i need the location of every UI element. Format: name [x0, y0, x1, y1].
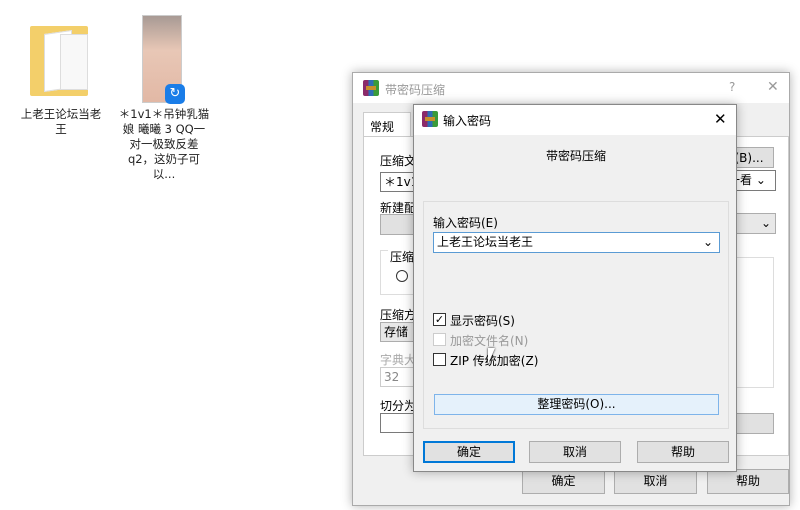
dict-label: 字典大	[380, 353, 417, 367]
password-label: 输入密码(E)	[433, 216, 498, 230]
mouse-cursor-icon	[488, 348, 495, 364]
zip-legacy-checkbox[interactable]	[433, 353, 446, 366]
encrypt-names-label: 加密文件名(N)	[450, 334, 529, 348]
group-label: 压缩	[388, 248, 417, 265]
close-icon[interactable]: ✕	[714, 110, 727, 128]
winrar-icon	[363, 80, 379, 96]
dialog-subtitle: 带密码压缩	[545, 149, 606, 163]
help-button[interactable]: 帮助	[637, 441, 729, 463]
winrar-icon	[422, 111, 438, 127]
tab-label: 常规	[370, 120, 395, 134]
title-bar: 带密码压缩 ? ✕	[353, 73, 789, 103]
encrypt-names-checkbox	[433, 333, 446, 346]
password-group: 输入密码(E) 上老王论坛当老王 ⌄ ✓ 显示密码(S) 加密文件名(N) ZI…	[423, 201, 729, 429]
title-bar: 输入密码 ✕	[414, 105, 736, 135]
folder-icon[interactable]	[30, 22, 90, 100]
password-value: 上老王论坛当老王	[437, 235, 534, 249]
file-label[interactable]: ＊1v1＊吊钟乳猫娘 曦曦 3 QQ一对一极致反差q2，这奶子可以...	[118, 107, 210, 182]
ok-button[interactable]: 确定	[423, 441, 515, 463]
enter-password-dialog: 输入密码 ✕ 带密码压缩 输入密码(E) 上老王论坛当老王 ⌄ ✓ 显示密码(S…	[413, 104, 737, 472]
tab-general[interactable]: 常规	[363, 112, 411, 137]
help-icon[interactable]: ?	[729, 80, 735, 94]
method-label: 压缩方	[380, 308, 417, 322]
chevron-down-icon[interactable]: ⌄	[703, 233, 713, 251]
close-icon[interactable]: ✕	[767, 79, 779, 95]
split-label: 切分为	[380, 399, 417, 413]
password-combo[interactable]: 上老王论坛当老王 ⌄	[433, 232, 720, 253]
folder-label[interactable]: 上老王论坛当老王	[16, 107, 106, 137]
show-password-label[interactable]: 显示密码(S)	[450, 312, 515, 329]
player-badge-icon: ↻	[165, 84, 185, 104]
radio-button[interactable]	[396, 270, 408, 282]
organize-passwords-button[interactable]: 整理密码(O)...	[434, 394, 719, 415]
ok-button[interactable]: 确定	[522, 469, 605, 494]
cancel-button[interactable]: 取消	[614, 469, 697, 494]
show-password-checkbox[interactable]: ✓	[433, 313, 446, 326]
dialog-title: 带密码压缩	[385, 83, 446, 97]
archive-label: 压缩文	[380, 154, 417, 168]
help-button[interactable]: 帮助	[707, 469, 789, 494]
dialog-title: 输入密码	[443, 114, 492, 128]
cancel-button[interactable]: 取消	[529, 441, 621, 463]
video-thumbnail[interactable]: ↻	[142, 15, 185, 104]
